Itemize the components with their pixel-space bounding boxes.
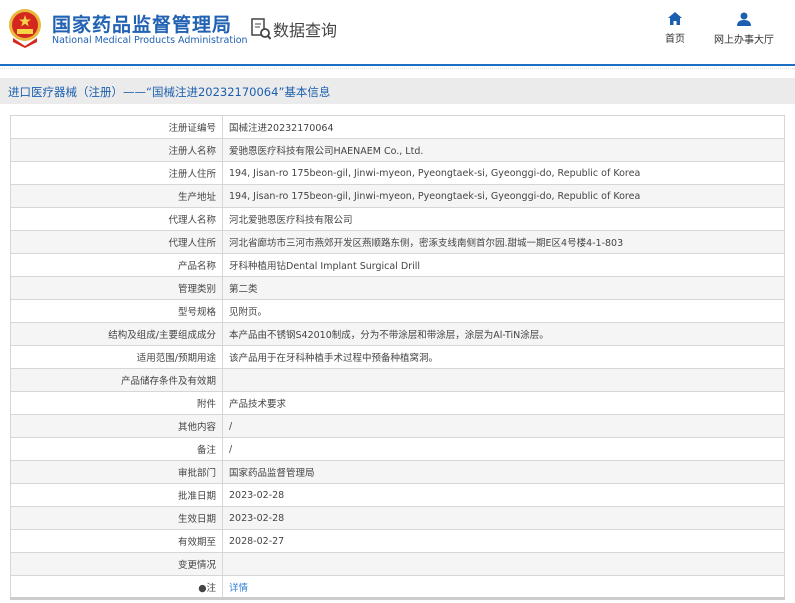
table-row: 其他内容 / — [10, 414, 785, 438]
site-header: 国家药品监督管理局 National Medical Products Admi… — [0, 0, 795, 66]
nav-home[interactable]: 首页 — [665, 12, 685, 45]
table-row: 审批部门 国家药品监督管理局 — [10, 460, 785, 484]
field-label: 生产地址 — [10, 184, 223, 208]
field-value: 2023-02-28 — [222, 506, 785, 530]
field-label: 批准日期 — [10, 483, 223, 507]
table-row: 管理类别 第二类 — [10, 276, 785, 300]
table-row: 型号规格 见附页。 — [10, 299, 785, 323]
table-row: 适用范围/预期用途 该产品用于在牙科种植手术过程中预备种植窝洞。 — [10, 345, 785, 369]
table-row: 代理人名称 河北爱驰恩医疗科技有限公司 — [10, 207, 785, 231]
field-label: 产品储存条件及有效期 — [10, 368, 223, 392]
field-label: 注册人名称 — [10, 138, 223, 162]
field-label: 型号规格 — [10, 299, 223, 323]
table-row: ●注 详情 — [10, 575, 785, 599]
field-value — [222, 552, 785, 576]
table-row: 注册人名称 爱驰恩医疗科技有限公司HAENAEM Co., Ltd. — [10, 138, 785, 162]
site-subtitle: National Medical Products Administration — [52, 35, 248, 46]
field-value: 该产品用于在牙科种植手术过程中预备种植窝洞。 — [222, 345, 785, 369]
table-row: 有效期至 2028-02-27 — [10, 529, 785, 553]
field-value — [222, 368, 785, 392]
field-label: ●注 — [10, 575, 223, 599]
table-row: 附件 产品技术要求 — [10, 391, 785, 415]
field-label: 其他内容 — [10, 414, 223, 438]
table-row: 代理人住所 河北省廊坊市三河市燕郊开发区燕顺路东侧，密涿支线南侧首尔园.甜城一期E… — [10, 230, 785, 254]
field-label: 备注 — [10, 437, 223, 461]
breadcrumb: 进口医疗器械（注册）——“国械注进20232170064”基本信息 — [0, 78, 795, 104]
field-value: 产品技术要求 — [222, 391, 785, 415]
field-label: 注册人住所 — [10, 161, 223, 185]
field-value: 第二类 — [222, 276, 785, 300]
details-link[interactable]: 详情 — [229, 583, 248, 594]
field-label: 适用范围/预期用途 — [10, 345, 223, 369]
field-value: / — [222, 414, 785, 438]
home-icon — [668, 12, 682, 25]
table-row: 结构及组成/主要组成成分 本产品由不锈钢S42010制成，分为不带涂层和带涂层，涂… — [10, 322, 785, 346]
table-row: 变更情况 — [10, 552, 785, 576]
divider — [0, 68, 795, 71]
field-value: 194, Jisan-ro 175beon-gil, Jinwi-myeon, … — [222, 184, 785, 208]
table-row: 注册人住所 194, Jisan-ro 175beon-gil, Jinwi-my… — [10, 161, 785, 185]
field-label: 管理类别 — [10, 276, 223, 300]
field-value: 牙科种植用钻Dental Implant Surgical Drill — [222, 253, 785, 277]
table-row: 批准日期 2023-02-28 — [10, 483, 785, 507]
document-search-icon — [251, 18, 271, 40]
table-row: 生产地址 194, Jisan-ro 175beon-gil, Jinwi-mye… — [10, 184, 785, 208]
field-label: 审批部门 — [10, 460, 223, 484]
field-value: 国械注进20232170064 — [222, 115, 785, 139]
field-value: 见附页。 — [222, 299, 785, 323]
site-title: 国家药品监督管理局 — [52, 14, 233, 36]
user-icon — [737, 12, 751, 26]
nav-online-hall-label: 网上办事大厅 — [714, 35, 774, 46]
national-emblem-logo — [9, 9, 41, 48]
nav-online-hall[interactable]: 网上办事大厅 — [714, 12, 774, 46]
field-value: 2023-02-28 — [222, 483, 785, 507]
detail-table: 注册证编号 国械注进20232170064 注册人名称 爱驰恩医疗科技有限公司HAEN… — [10, 115, 785, 600]
field-label: 代理人名称 — [10, 207, 223, 231]
field-value: / — [222, 437, 785, 461]
field-value: 本产品由不锈钢S42010制成，分为不带涂层和带涂层，涂层为Al-TiN涂层。 — [222, 322, 785, 346]
nav-home-label: 首页 — [665, 34, 685, 45]
field-label: 附件 — [10, 391, 223, 415]
table-row: 产品名称 牙科种植用钻Dental Implant Surgical Drill — [10, 253, 785, 277]
field-value: 194, Jisan-ro 175beon-gil, Jinwi-myeon, … — [222, 161, 785, 185]
table-row: 生效日期 2023-02-28 — [10, 506, 785, 530]
field-value: 详情 — [222, 575, 785, 599]
table-row: 产品储存条件及有效期 — [10, 368, 785, 392]
field-label: 变更情况 — [10, 552, 223, 576]
field-value: 河北爱驰恩医疗科技有限公司 — [222, 207, 785, 231]
field-label: 注册证编号 — [10, 115, 223, 139]
field-value: 国家药品监督管理局 — [222, 460, 785, 484]
field-label: 代理人住所 — [10, 230, 223, 254]
breadcrumb-text: 进口医疗器械（注册）——“国械注进20232170064”基本信息 — [8, 85, 331, 99]
field-value: 爱驰恩医疗科技有限公司HAENAEM Co., Ltd. — [222, 138, 785, 162]
field-label: 结构及组成/主要组成成分 — [10, 322, 223, 346]
data-query-section: 数据查询 — [251, 17, 337, 41]
table-row: 备注 / — [10, 437, 785, 461]
field-label: 生效日期 — [10, 506, 223, 530]
field-value: 2028-02-27 — [222, 529, 785, 553]
field-label: 有效期至 — [10, 529, 223, 553]
section-title: 数据查询 — [273, 21, 338, 40]
field-value: 河北省廊坊市三河市燕郊开发区燕顺路东侧，密涿支线南侧首尔园.甜城一期E区4号楼4… — [222, 230, 785, 254]
field-label: 产品名称 — [10, 253, 223, 277]
table-row: 注册证编号 国械注进20232170064 — [10, 115, 785, 139]
